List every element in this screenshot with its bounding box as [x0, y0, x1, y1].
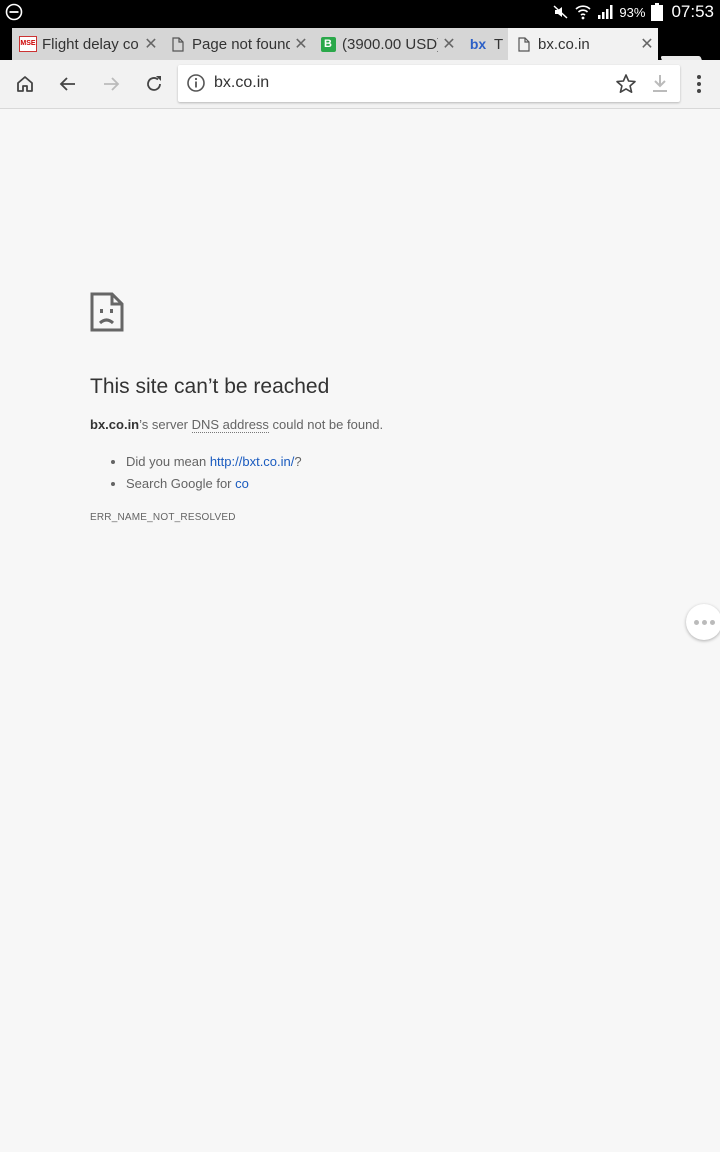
close-icon[interactable]: ✕ — [636, 34, 658, 54]
tab-page-not-found[interactable]: Page not found ✕ — [162, 28, 312, 60]
error-heading: This site can’t be reached — [90, 375, 330, 398]
back-icon — [59, 77, 75, 91]
b-favicon-icon: B — [320, 36, 336, 52]
error-host: bx.co.in — [90, 417, 140, 432]
error-message: bx.co.in’s server DNS address could not … — [90, 417, 384, 433]
address-bar[interactable]: bx.co.in — [178, 65, 680, 102]
tab-title: (3900.00 USD) — [342, 35, 438, 53]
forward-button[interactable] — [97, 70, 125, 98]
close-icon[interactable]: ✕ — [140, 34, 162, 54]
home-icon — [17, 76, 33, 92]
forward-icon — [104, 77, 120, 91]
battery-percent: 93% — [619, 4, 646, 20]
suggestion-search-google: Search Google for co — [126, 473, 302, 495]
dns-address-term: DNS address — [191, 417, 269, 433]
url-text[interactable]: bx.co.in — [214, 74, 269, 92]
error-page: This site can’t be reached bx.co.in’s se… — [0, 109, 720, 1152]
mute-icon — [553, 5, 568, 19]
home-button[interactable] — [11, 70, 39, 98]
reload-icon — [147, 76, 161, 91]
sad-document-icon — [90, 292, 124, 332]
more-dot-icon — [709, 619, 715, 625]
star-icon[interactable] — [615, 73, 637, 95]
do-not-disturb-icon — [5, 3, 23, 21]
suggestion-did-you-mean: Did you mean http://bxt.co.in/? — [126, 451, 302, 473]
close-icon[interactable]: ✕ — [438, 34, 460, 54]
tab-strip: MSE Flight delay co ✕ Page not found ✕ B… — [0, 24, 720, 60]
tab-flight-delay[interactable]: MSE Flight delay co ✕ — [12, 28, 162, 60]
menu-icon[interactable] — [690, 73, 708, 95]
tab-title: Flight delay co — [42, 35, 139, 53]
tab-bx-co-in[interactable]: bx.co.in ✕ — [508, 28, 658, 60]
tab-title: T — [494, 35, 504, 53]
tab-title: Page not found — [192, 35, 290, 53]
page-icon — [516, 36, 532, 52]
page-icon — [170, 36, 186, 52]
close-icon[interactable]: ✕ — [290, 34, 312, 54]
status-bar: 93% 07:53 — [0, 0, 720, 24]
error-code: ERR_NAME_NOT_RESOLVED — [90, 512, 236, 523]
info-icon[interactable] — [186, 73, 206, 93]
more-dot-icon — [701, 619, 707, 625]
browser-toolbar: bx.co.in — [0, 60, 720, 109]
suggested-url-link[interactable]: http://bxt.co.in/ — [210, 454, 295, 469]
bx-favicon-icon: bx — [469, 36, 487, 52]
back-button[interactable] — [54, 70, 82, 98]
wifi-icon — [575, 5, 591, 20]
tab-usd-price[interactable]: B (3900.00 USD) ✕ — [312, 28, 460, 60]
more-dot-icon — [693, 619, 699, 625]
tab-title: bx.co.in — [538, 35, 590, 53]
tab-bx[interactable]: bx T — [460, 28, 508, 60]
floating-more-button[interactable] — [686, 604, 720, 640]
battery-icon — [651, 3, 664, 21]
suggestion-list: Did you mean http://bxt.co.in/? Search G… — [108, 451, 302, 495]
mse-favicon-icon: MSE — [19, 36, 37, 52]
download-icon[interactable] — [650, 73, 670, 95]
search-google-link[interactable]: co — [235, 476, 249, 491]
clock: 07:53 — [671, 2, 714, 21]
signal-icon — [598, 5, 613, 19]
reload-button[interactable] — [140, 70, 168, 98]
